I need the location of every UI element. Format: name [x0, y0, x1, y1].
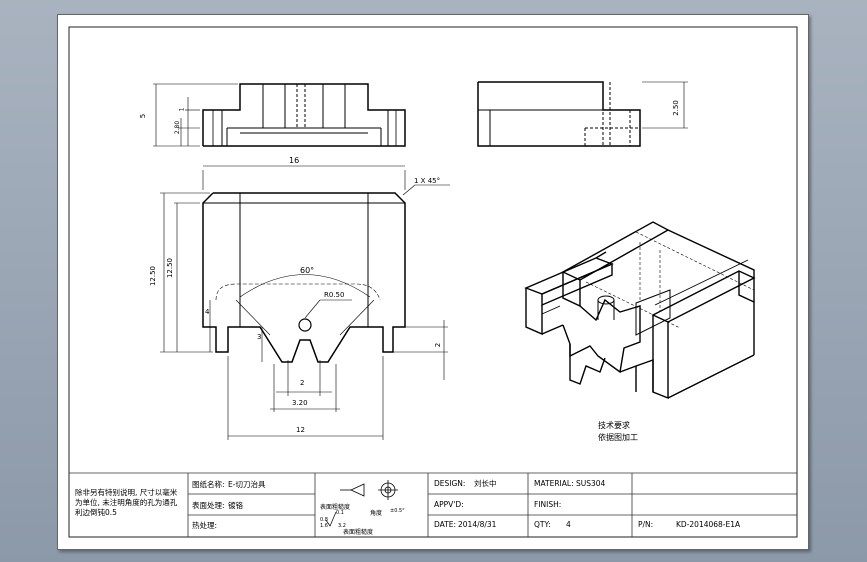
front-view [202, 83, 406, 147]
main-view [202, 192, 406, 363]
dim-base-width: 12 [296, 426, 305, 434]
dim-slot-depth: 3 [257, 333, 262, 341]
dim-height-inner: 12.50 [166, 257, 175, 279]
material-label: MATERIAL: [534, 479, 574, 488]
finish-label: FINISH: [534, 500, 562, 509]
surface-label: 表面处理: [192, 501, 225, 510]
cad-viewport[interactable]: 5 2.80 1 2.50 16 1 X 45° 12.50 12.50 60°… [0, 0, 867, 562]
pn-value: KD-2014068-E1A [676, 520, 741, 529]
dim-slot-left: 4 [205, 308, 210, 316]
dim-top-height: 5 [139, 113, 148, 119]
notes-line-3: 利边倒钝0.5 [75, 508, 117, 517]
dim-side-height: 2.50 [671, 100, 680, 116]
flatness-value: ±0.5° [390, 508, 405, 514]
drawing-svg [68, 26, 798, 538]
name-value: E-切刀治具 [228, 480, 266, 489]
dim-radius: R0.50 [324, 291, 345, 299]
dim-chamfer: 1 X 45° [414, 177, 441, 185]
roughness-title: 表面粗糙度 [320, 504, 351, 511]
front-view-dims [153, 83, 238, 147]
name-label: 图纸名称: [192, 480, 225, 489]
dim-top-small: 1 [178, 107, 186, 112]
date-label: DATE: [434, 520, 457, 529]
roughness-label: 表面粗糙度 [343, 529, 374, 536]
roughness-v1: 0.1 [336, 510, 344, 516]
roughness-v3: 1.6 [320, 523, 328, 529]
heat-label: 热处理: [192, 521, 218, 530]
flatness-label: 角度 [370, 510, 383, 517]
side-view [477, 81, 641, 147]
tech-title: 技术要求 [598, 421, 630, 430]
inner-border [68, 26, 798, 538]
dim-v-span: 3.20 [292, 399, 308, 407]
notes-line-2: 为单位, 未注明角度的孔为通孔 [75, 498, 178, 507]
dim-top-step: 2.80 [174, 120, 182, 135]
side-view-dims [642, 81, 688, 129]
design-label: DESIGN: [434, 479, 466, 488]
dim-v-gap: 2 [300, 379, 305, 387]
pn-label: P/N: [638, 520, 654, 529]
dim-height-outer: 12.50 [149, 265, 158, 287]
design-value: 刘长中 [474, 479, 497, 488]
isometric-view [524, 221, 756, 400]
material-value: SUS304 [576, 479, 606, 488]
tech-body: 依据图加工 [598, 433, 638, 442]
dim-angle: 60° [300, 266, 315, 275]
dim-right-step: 2 [434, 342, 443, 348]
date-value: 2014/8/31 [458, 520, 497, 529]
qty-value: 4 [566, 520, 571, 529]
surface-value: 镀铬 [228, 501, 243, 510]
approved-label: APPV'D: [434, 500, 464, 509]
qty-label: QTY: [534, 520, 551, 529]
dim-width-total: 16 [289, 156, 300, 165]
notes-line-1: 除非另有特别说明, 尺寸以毫米 [75, 488, 178, 497]
